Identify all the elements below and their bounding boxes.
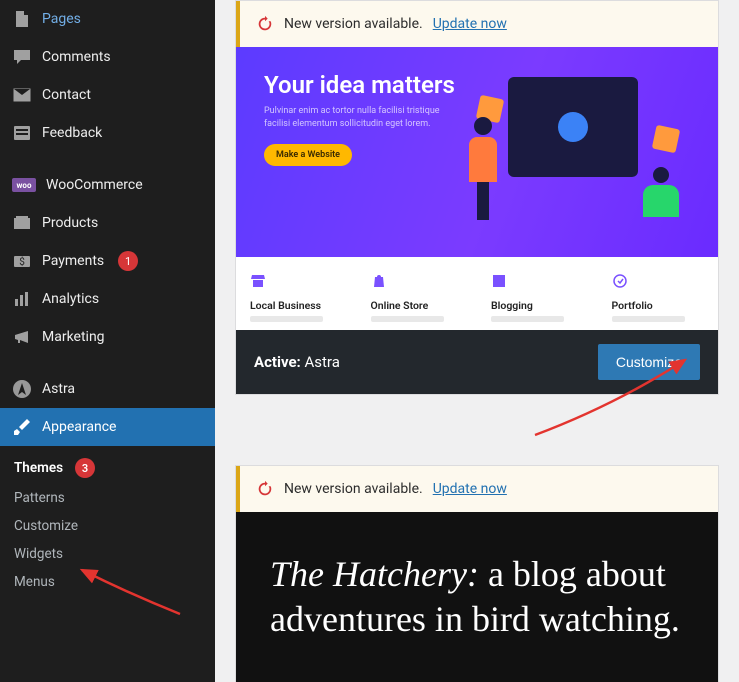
sidebar-item-label: Products [42,215,98,231]
submenu-item-widgets[interactable]: Widgets [0,540,215,568]
sidebar-item-label: Pages [42,11,81,27]
sidebar-item-label: Appearance [42,419,116,435]
store-icon [250,273,266,289]
feature-portfolio: Portfolio [598,257,719,330]
update-now-link[interactable]: Update now [433,481,507,497]
sidebar-item-pages[interactable]: Pages [0,0,215,38]
admin-sidebar: Pages Comments Contact Feedback woo WooC… [0,0,215,682]
theme-features-row: Local Business Online Store Blogging Por… [236,257,718,330]
customize-button[interactable]: Customize [598,344,700,380]
sidebar-item-label: Comments [42,49,111,65]
update-notice: New version available. Update now [236,1,718,47]
preview-serif-title: The Hatchery: a blog about adventures in… [270,552,684,642]
refresh-icon [256,480,274,498]
sidebar-item-marketing[interactable]: Marketing [0,318,215,356]
refresh-icon [256,15,274,33]
sidebar-item-feedback[interactable]: Feedback [0,114,215,152]
payments-icon: $ [12,251,32,271]
sidebar-item-payments[interactable]: $ Payments 1 [0,242,215,280]
feedback-icon [12,123,32,143]
brush-icon [12,417,32,437]
sidebar-item-comments[interactable]: Comments [0,38,215,76]
comments-icon [12,47,32,67]
hero-subtitle: Pulvinar enim ac tortor nulla facilisi t… [264,105,444,130]
sidebar-item-appearance[interactable]: Appearance [0,408,215,446]
astra-icon [12,379,32,399]
themes-panel: New version available. Update now Your i… [215,0,739,682]
update-text: New version available. [284,16,423,32]
feature-online-store: Online Store [357,257,478,330]
sidebar-item-analytics[interactable]: Analytics [0,280,215,318]
theme-preview-dark: The Hatchery: a blog about adventures in… [236,512,718,682]
update-now-link[interactable]: Update now [433,16,507,32]
sidebar-item-label: WooCommerce [46,177,143,193]
products-icon [12,213,32,233]
bag-icon [371,273,387,289]
submenu-item-customize[interactable]: Customize [0,512,215,540]
sidebar-item-label: Contact [42,87,91,103]
submenu-item-themes[interactable]: Themes 3 [0,452,215,484]
edit-icon [491,273,507,289]
sidebar-item-label: Analytics [42,291,99,307]
svg-text:$: $ [19,255,25,268]
appearance-submenu: Themes 3 Patterns Customize Widgets Menu… [0,446,215,606]
sidebar-item-woocommerce[interactable]: woo WooCommerce [0,166,215,204]
active-theme-label: Active: Astra [254,353,340,371]
submenu-item-patterns[interactable]: Patterns [0,484,215,512]
analytics-icon [12,289,32,309]
feature-local-business: Local Business [236,257,357,330]
update-badge: 1 [118,251,138,271]
theme-card-astra[interactable]: New version available. Update now Your i… [235,0,719,395]
update-notice: New version available. Update now [236,466,718,512]
submenu-item-menus[interactable]: Menus [0,568,215,596]
theme-card-hatchery[interactable]: New version available. Update now The Ha… [235,465,719,682]
theme-preview-hero: Your idea matters Pulvinar enim ac torto… [236,47,718,257]
pages-icon [12,9,32,29]
sidebar-item-products[interactable]: Products [0,204,215,242]
envelope-icon [12,85,32,105]
sidebar-item-label: Marketing [42,329,105,345]
feature-blogging: Blogging [477,257,598,330]
update-text: New version available. [284,481,423,497]
portfolio-icon [612,273,628,289]
sidebar-item-astra[interactable]: Astra [0,370,215,408]
theme-active-bar: Active: Astra Customize [236,330,718,394]
submenu-label: Themes [14,460,63,476]
sidebar-item-contact[interactable]: Contact [0,76,215,114]
megaphone-icon [12,327,32,347]
hero-cta-button: Make a Website [264,144,352,166]
woo-icon: woo [12,178,36,192]
hero-illustration [438,67,698,237]
sidebar-item-label: Astra [42,381,75,397]
sidebar-item-label: Feedback [42,125,102,141]
sidebar-item-label: Payments [42,253,104,269]
update-badge: 3 [75,458,95,478]
